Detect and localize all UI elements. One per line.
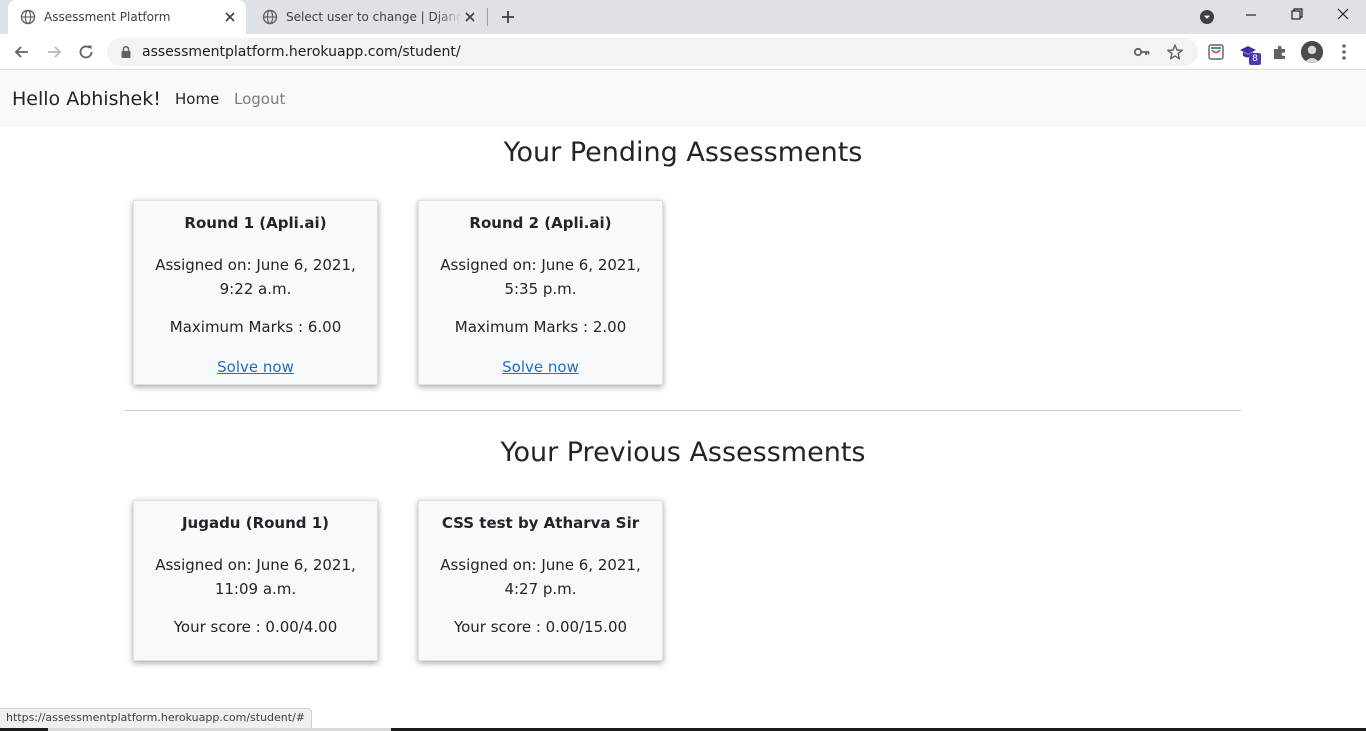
solve-now-link[interactable]: Solve now: [134, 357, 377, 377]
previous-assessment-card: CSS test by Atharva Sir Assigned on: Jun…: [418, 500, 663, 661]
card-title: Round 2 (Apli.ai): [469, 214, 612, 232]
globe-icon: [262, 9, 278, 25]
extension-with-badge[interactable]: 8: [1238, 42, 1261, 65]
card-assigned-date: Assigned on: June 6, 2021, 5:35 p.m.: [440, 256, 641, 298]
solve-now-link[interactable]: Solve now: [419, 357, 662, 377]
globe-icon: [20, 9, 36, 25]
close-icon[interactable]: [462, 9, 478, 25]
lock-icon[interactable]: [119, 45, 133, 59]
card-assigned-date: Assigned on: June 6, 2021, 11:09 a.m.: [155, 556, 356, 598]
section-divider: [125, 410, 1241, 411]
nav-link-home[interactable]: Home: [175, 90, 219, 108]
plus-icon[interactable]: [499, 8, 517, 26]
arrow-left-icon[interactable]: [12, 42, 32, 62]
address-bar[interactable]: assessmentplatform.herokuapp.com/student…: [107, 38, 1198, 66]
star-icon[interactable]: [1166, 43, 1184, 61]
reload-icon[interactable]: [76, 42, 96, 62]
pending-assessment-card: Round 1 (Apli.ai) Assigned on: June 6, 2…: [133, 200, 378, 385]
url-text: assessmentplatform.herokuapp.com/student…: [142, 44, 461, 60]
puzzle-icon[interactable]: [1270, 42, 1290, 62]
card-title: Round 1 (Apli.ai): [184, 214, 327, 232]
kebab-menu-icon[interactable]: [1337, 42, 1351, 62]
tab-django-admin[interactable]: Select user to change | Django site admi…: [250, 0, 486, 34]
key-icon[interactable]: [1133, 44, 1151, 60]
profile-icon: [1301, 41, 1323, 63]
card-assigned-date: Assigned on: June 6, 2021, 4:27 p.m.: [440, 556, 641, 598]
tab-search-icon[interactable]: [1199, 9, 1215, 25]
card-max-marks: Maximum Marks : 2.00: [454, 318, 627, 336]
extension-badge: 8: [1249, 53, 1261, 65]
link-status-bar: https://assessmentplatform.herokuapp.com…: [0, 708, 312, 728]
tab-divider: [487, 8, 488, 26]
window-close-icon[interactable]: [1332, 5, 1354, 25]
site-navbar: Hello Abhishek! Home Logout: [0, 71, 1366, 127]
arrow-right-icon[interactable]: [44, 42, 64, 62]
pocket-extension-icon[interactable]: [1206, 42, 1226, 62]
tab-title: Assessment Platform: [44, 10, 171, 24]
card-title: Jugadu (Round 1): [181, 514, 330, 532]
browser-tabstrip: Assessment Platform Select user to chang…: [0, 0, 1366, 34]
navbar-brand[interactable]: Hello Abhishek!: [12, 88, 161, 110]
card-score: Your score : 0.00/15.00: [453, 618, 628, 636]
tab-assessment-platform[interactable]: Assessment Platform: [8, 0, 246, 34]
close-icon[interactable]: [222, 9, 238, 25]
card-title: CSS test by Atharva Sir: [441, 514, 640, 532]
restore-icon[interactable]: [1286, 5, 1308, 25]
previous-assessments-heading: Your Previous Assessments: [500, 437, 866, 468]
nav-link-logout[interactable]: Logout: [234, 90, 285, 108]
pending-assessment-card: Round 2 (Apli.ai) Assigned on: June 6, 2…: [418, 200, 663, 385]
card-assigned-date: Assigned on: June 6, 2021, 9:22 a.m.: [155, 256, 356, 298]
avatar[interactable]: [1301, 41, 1323, 63]
previous-assessment-card: Jugadu (Round 1) Assigned on: June 6, 20…: [133, 500, 378, 661]
card-score: Your score : 0.00/4.00: [173, 618, 338, 636]
card-max-marks: Maximum Marks : 6.00: [169, 318, 342, 336]
browser-toolbar: assessmentplatform.herokuapp.com/student…: [0, 34, 1366, 70]
pending-assessments-heading: Your Pending Assessments: [503, 137, 863, 168]
minimize-icon[interactable]: [1240, 5, 1262, 25]
tab-title: Select user to change | Django site admi…: [286, 10, 462, 24]
